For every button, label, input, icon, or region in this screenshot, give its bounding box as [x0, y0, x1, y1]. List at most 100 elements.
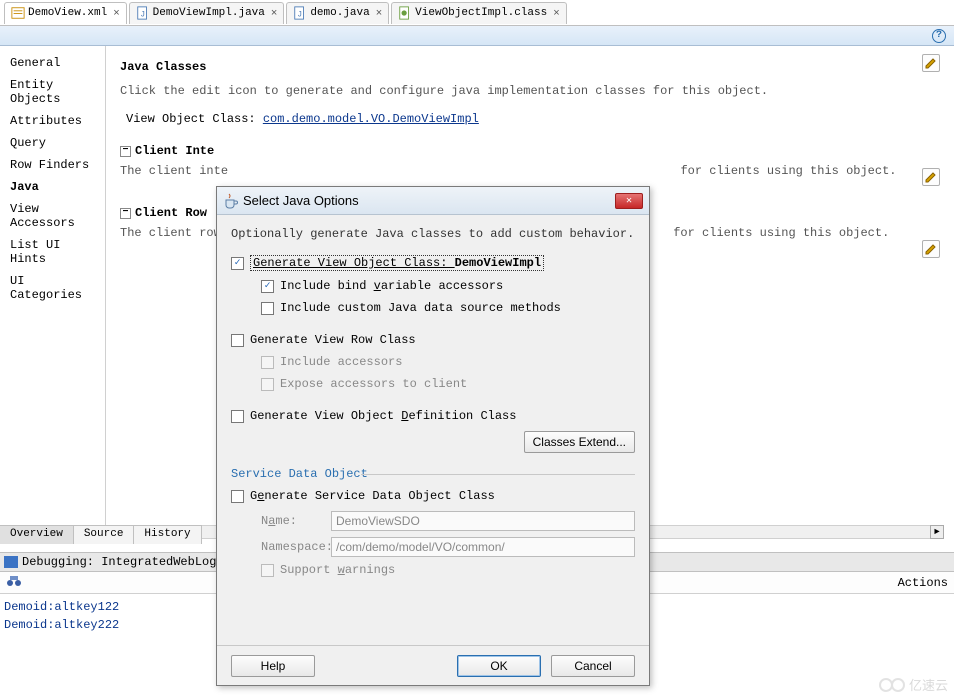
edit-java-classes-button[interactable]: [922, 54, 940, 72]
file-tab[interactable]: DemoView.xml ×: [4, 2, 127, 24]
checkbox-label: Generate Service Data Object Class: [250, 489, 495, 503]
nav-item-list-ui-hints[interactable]: List UI Hints: [0, 234, 105, 270]
vo-class-link[interactable]: com.demo.model.VO.DemoViewImpl: [263, 112, 479, 126]
group-title: Client Inte: [135, 144, 214, 158]
tab-close-icon[interactable]: ×: [271, 7, 277, 19]
svg-text:J: J: [140, 11, 145, 20]
checkbox-icon[interactable]: [231, 257, 244, 270]
file-tab-label: DemoViewImpl.java: [153, 7, 265, 19]
dialog-footer: Help OK Cancel: [217, 645, 649, 685]
sdo-name-input: [331, 511, 635, 531]
sdo-namespace-label: Namespace:: [261, 540, 331, 554]
file-tab[interactable]: J demo.java ×: [286, 2, 389, 24]
checkbox-label: Generate View Row Class: [250, 333, 416, 347]
nav-item-row-finders[interactable]: Row Finders: [0, 154, 105, 176]
nav-item-ui-categories[interactable]: UI Categories: [0, 270, 105, 306]
watermark: 亿速云: [879, 675, 948, 694]
checkbox-label: Expose accessors to client: [280, 377, 467, 391]
checkbox-icon[interactable]: [231, 410, 244, 423]
generate-view-row-class-row[interactable]: Generate View Row Class: [231, 333, 635, 347]
client-interface-header[interactable]: − Client Inte: [120, 144, 940, 158]
cancel-button[interactable]: Cancel: [551, 655, 635, 677]
file-tab-label: DemoView.xml: [28, 7, 107, 19]
debug-icon: [4, 556, 18, 568]
dialog-close-button[interactable]: ✕: [615, 193, 643, 209]
ok-button[interactable]: OK: [457, 655, 541, 677]
sdo-name-label: Name:: [261, 514, 331, 528]
tab-close-icon[interactable]: ×: [376, 7, 382, 19]
xml-file-icon: [11, 6, 25, 20]
tab-close-icon[interactable]: ×: [113, 7, 119, 19]
scroll-right-icon[interactable]: ►: [930, 525, 944, 539]
file-tab[interactable]: J DemoViewImpl.java ×: [129, 2, 285, 24]
checkbox-label: Include accessors: [280, 355, 402, 369]
tab-close-icon[interactable]: ×: [553, 7, 559, 19]
checkbox-label: Support warnings: [280, 563, 395, 577]
checkbox-label: Include bind variable accessors: [280, 279, 503, 293]
file-tab-label: ViewObjectImpl.class: [415, 7, 547, 19]
collapse-toggle-icon[interactable]: −: [120, 146, 131, 157]
nav-item-query[interactable]: Query: [0, 132, 105, 154]
dialog-title: Select Java Options: [243, 193, 615, 208]
nav-item-java[interactable]: Java: [0, 176, 105, 198]
actions-label[interactable]: Actions: [898, 576, 948, 590]
editor-bottom-tabs: Overview Source History: [0, 525, 202, 544]
java-cup-icon: [223, 193, 239, 209]
section-nav: General Entity Objects Attributes Query …: [0, 46, 106, 540]
support-warnings-row: Support warnings: [261, 563, 635, 577]
section-desc: Click the edit icon to generate and conf…: [120, 84, 940, 98]
include-accessors-row: Include accessors: [261, 355, 635, 369]
tab-overview[interactable]: Overview: [0, 526, 74, 544]
edit-client-row-button[interactable]: [922, 240, 940, 258]
sdo-namespace-row: Namespace:: [261, 537, 635, 557]
binoculars-icon[interactable]: [6, 574, 22, 592]
checkbox-icon[interactable]: [261, 302, 274, 315]
collapse-toggle-icon[interactable]: −: [120, 208, 131, 219]
dialog-intro: Optionally generate Java classes to add …: [231, 227, 635, 241]
file-tab[interactable]: ViewObjectImpl.class ×: [391, 2, 566, 24]
fieldset-legend: Service Data Object: [231, 467, 635, 481]
group-title: Client Row: [135, 206, 207, 220]
checkbox-disabled-icon: [261, 564, 274, 577]
checkbox-icon[interactable]: [261, 280, 274, 293]
generate-sdo-row[interactable]: Generate Service Data Object Class: [231, 489, 635, 503]
nav-item-general[interactable]: General: [0, 52, 105, 74]
select-java-options-dialog: Select Java Options ✕ Optionally generat…: [216, 186, 650, 686]
nav-item-entity-objects[interactable]: Entity Objects: [0, 74, 105, 110]
generate-view-object-class-row[interactable]: Generate View Object Class: DemoViewImpl: [231, 255, 635, 271]
tab-history[interactable]: History: [134, 526, 201, 544]
section-title: Java Classes: [120, 60, 940, 74]
help-icon[interactable]: ?: [932, 29, 946, 43]
expose-accessors-row: Expose accessors to client: [261, 377, 635, 391]
java-file-icon: J: [293, 6, 307, 20]
checkbox-disabled-icon: [261, 378, 274, 391]
svg-text:J: J: [298, 11, 303, 20]
sub-header: ?: [0, 26, 954, 46]
include-bind-row[interactable]: Include bind variable accessors: [261, 279, 635, 293]
view-object-class-line: View Object Class: com.demo.model.VO.Dem…: [120, 112, 940, 126]
file-tab-strip: DemoView.xml × J DemoViewImpl.java × J d…: [0, 0, 954, 26]
vo-class-label: View Object Class:: [126, 112, 256, 126]
checkbox-disabled-icon: [261, 356, 274, 369]
edit-client-interface-button[interactable]: [922, 168, 940, 186]
file-tab-label: demo.java: [310, 7, 369, 19]
checkbox-label: Generate View Object Class:: [253, 256, 455, 270]
sdo-namespace-input: [331, 537, 635, 557]
checkbox-label: Include custom Java data source methods: [280, 301, 561, 315]
dialog-titlebar[interactable]: Select Java Options ✕: [217, 187, 649, 215]
classes-extend-button[interactable]: Classes Extend...: [524, 431, 635, 453]
generate-definition-class-row[interactable]: Generate View Object Definition Class: [231, 409, 635, 423]
checkbox-icon[interactable]: [231, 490, 244, 503]
include-custom-row[interactable]: Include custom Java data source methods: [261, 301, 635, 315]
tab-source[interactable]: Source: [74, 526, 135, 544]
checkbox-icon[interactable]: [231, 334, 244, 347]
class-file-icon: [398, 6, 412, 20]
checkbox-label: Generate View Object Definition Class: [250, 409, 516, 423]
nav-item-attributes[interactable]: Attributes: [0, 110, 105, 132]
sdo-name-row: Name:: [261, 511, 635, 531]
nav-item-view-accessors[interactable]: View Accessors: [0, 198, 105, 234]
help-button[interactable]: Help: [231, 655, 315, 677]
vo-class-name: DemoViewImpl: [455, 256, 541, 270]
client-interface-desc: The client inte for clients using this o…: [120, 164, 940, 178]
service-data-object-group: Service Data Object Generate Service Dat…: [231, 467, 635, 577]
